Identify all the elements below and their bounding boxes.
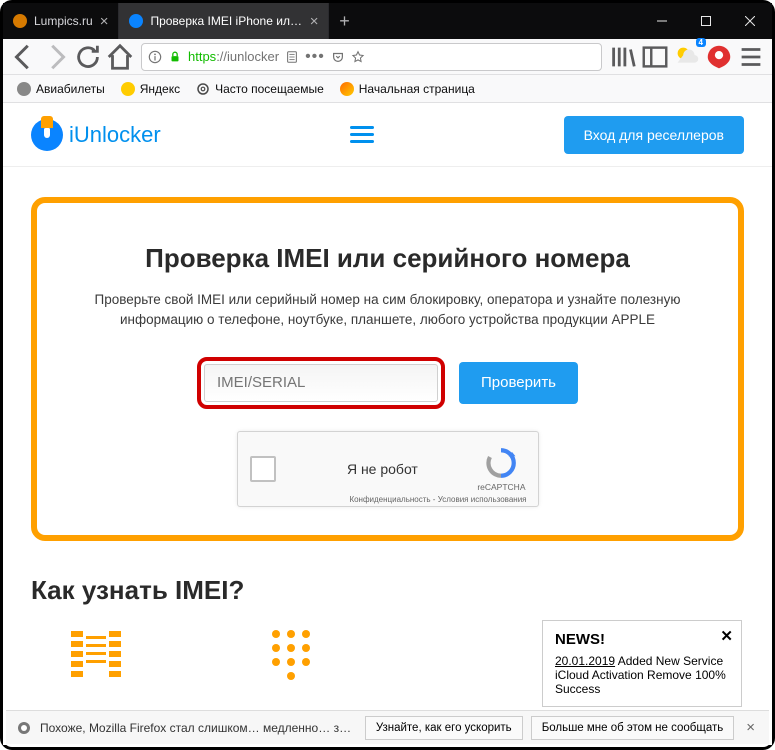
recaptcha-links[interactable]: Конфиденциальность - Условия использован… [349, 495, 526, 504]
hero-panel: Проверка IMEI или серийного номера Прове… [31, 197, 744, 541]
forward-button[interactable] [41, 42, 71, 72]
bookmark-favicon-icon [17, 82, 31, 96]
navbar-right: 4 [608, 42, 766, 72]
close-button[interactable] [728, 3, 772, 39]
bookmark-favicon-icon [121, 82, 135, 96]
tab-close-icon[interactable]: × [310, 13, 319, 30]
notification-close-icon[interactable]: × [742, 719, 759, 736]
imei-input[interactable] [204, 364, 438, 402]
browser-tabs: Lumpics.ru × Проверка IMEI iPhone или Se… [3, 3, 640, 39]
bookmark-item[interactable]: Часто посещаемые [190, 79, 330, 99]
lock-icon [168, 50, 182, 64]
reseller-login-button[interactable]: Вход для реселлеров [564, 116, 744, 154]
recaptcha-logo: reCAPTCHA [477, 446, 525, 492]
info-icon[interactable] [148, 50, 162, 64]
site-header: iUnlocker Вход для реселлеров [3, 103, 772, 167]
minimize-button[interactable] [640, 3, 684, 39]
browser-navbar: https://iunlocker ••• 4 [3, 39, 772, 75]
weather-badge: 4 [696, 38, 706, 47]
home-button[interactable] [105, 42, 135, 72]
imei-input-highlight [197, 357, 445, 409]
logo-text: iUnlocker [69, 122, 161, 148]
page-content: iUnlocker Вход для реселлеров Проверка I… [3, 103, 772, 745]
news-popup: ✕ NEWS! 20.01.2019 Added New Service iCl… [542, 620, 742, 707]
library-icon[interactable] [608, 42, 638, 72]
tab-title: Lumpics.ru [34, 14, 93, 28]
tab-title: Проверка IMEI iPhone или Ser [150, 14, 302, 28]
reader-mode-icon[interactable] [285, 50, 299, 64]
bookmark-item[interactable]: Начальная страница [334, 79, 481, 99]
url-text: https://iunlocker [188, 49, 279, 64]
bookmark-label: Яндекс [140, 82, 180, 96]
slow-startup-notification: Похоже, Mozilla Firefox стал слишком… ме… [6, 710, 769, 744]
check-button[interactable]: Проверить [459, 362, 578, 404]
learn-more-button[interactable]: Узнайте, как его ускорить [365, 716, 523, 740]
bookmark-item[interactable]: Яндекс [115, 79, 186, 99]
browser-tab[interactable]: Проверка IMEI iPhone или Ser × [119, 3, 329, 39]
bookmark-item[interactable]: Авиабилеты [11, 79, 111, 99]
news-close-icon[interactable]: ✕ [720, 627, 733, 645]
tab-close-icon[interactable]: × [100, 13, 109, 30]
extension-icon[interactable] [704, 42, 734, 72]
new-tab-button[interactable]: + [329, 3, 359, 39]
weather-extension-icon[interactable]: 4 [672, 42, 702, 72]
bookmark-label: Авиабилеты [36, 82, 105, 96]
more-icon[interactable]: ••• [305, 48, 325, 66]
news-heading: NEWS! [555, 631, 729, 648]
section-title: Как узнать IMEI? [31, 575, 744, 606]
hamburger-menu-icon[interactable] [350, 122, 374, 147]
star-icon[interactable] [351, 50, 365, 64]
notification-icon [16, 720, 32, 736]
favicon-icon [129, 14, 143, 28]
gear-icon [196, 82, 210, 96]
site-logo[interactable]: iUnlocker [31, 119, 161, 151]
bookmark-label: Начальная страница [359, 82, 475, 96]
settings-list-icon [71, 626, 141, 681]
window-controls [640, 3, 772, 39]
browser-tab[interactable]: Lumpics.ru × [3, 3, 119, 39]
dialpad-icon [261, 626, 331, 681]
hero-title: Проверка IMEI или серийного номера [67, 243, 708, 274]
check-form: Проверить [67, 357, 708, 409]
bookmarks-toolbar: Авиабилеты Яндекс Часто посещаемые Начал… [3, 75, 772, 103]
sidebar-icon[interactable] [640, 42, 670, 72]
recaptcha-checkbox[interactable] [250, 456, 276, 482]
url-bar[interactable]: https://iunlocker ••• [141, 43, 602, 71]
back-button[interactable] [9, 42, 39, 72]
menu-button[interactable] [736, 42, 766, 72]
logo-icon [31, 119, 63, 151]
maximize-button[interactable] [684, 3, 728, 39]
recaptcha-label: Я не робот [288, 461, 478, 477]
news-body: 20.01.2019 Added New Service iCloud Acti… [555, 654, 729, 696]
window-titlebar: Lumpics.ru × Проверка IMEI iPhone или Se… [3, 3, 772, 39]
bookmark-favicon-icon [340, 82, 354, 96]
hero-subtitle: Проверьте свой IMEI или серийный номер н… [67, 290, 708, 331]
reload-button[interactable] [73, 42, 103, 72]
notification-message: Похоже, Mozilla Firefox стал слишком… ме… [40, 721, 357, 735]
pocket-icon[interactable] [331, 50, 345, 64]
dismiss-button[interactable]: Больше мне об этом не сообщать [531, 716, 735, 740]
bookmark-label: Часто посещаемые [215, 82, 324, 96]
favicon-icon [13, 14, 27, 28]
